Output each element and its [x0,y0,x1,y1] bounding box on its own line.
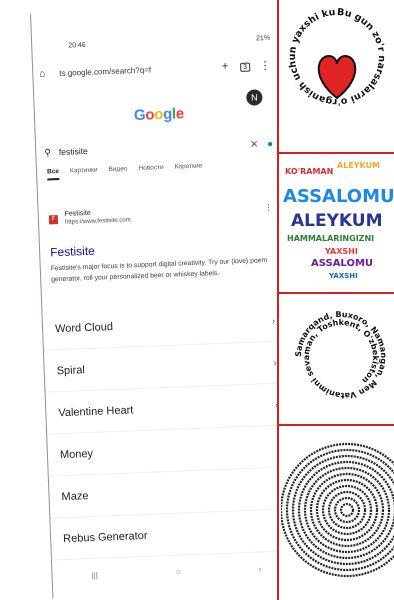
home-button-icon[interactable]: ○ [176,567,181,576]
dense-spiral-art [281,426,394,600]
tab-count-button[interactable]: 3 [235,59,255,72]
recent-apps-icon[interactable]: ||| [91,570,98,579]
result-title[interactable]: Festisite [50,244,95,260]
close-icon[interactable]: ✕ [246,139,262,151]
browser-toolbar: ⌂ ts.google.com/search?q=f + 3 ⋮ [39,55,276,84]
cloud-word: ALEYKUM [337,161,380,170]
address-bar[interactable]: ts.google.com/search?q=f [53,62,215,78]
sitelink-rebus-generator[interactable]: Rebus Generator› [50,509,300,561]
tab-count: 3 [240,62,251,72]
cloud-word: ALEYKUM [291,211,383,231]
back-icon[interactable]: ‹ [259,564,262,573]
android-nav-bar: ||| ○ ‹ [52,557,301,587]
red-divider [277,0,279,600]
tab-all[interactable]: Все [46,168,60,181]
search-box[interactable]: ⚲ festisite ✕ ● [44,135,279,162]
cloud-word: KO'RAMAN [285,167,333,176]
kebab-icon[interactable]: ⋮ [264,203,272,212]
tab-video[interactable]: Видео [108,165,127,178]
kebab-icon[interactable]: ⋮ [255,58,275,72]
heart-word-cloud: KO'RAMAN ALEYKUM ASSALOMU ALEYKUM HAMMAL… [281,154,394,292]
home-icon[interactable]: ⌂ [39,68,53,79]
chevron-right-icon: › [271,315,276,326]
cloud-word: YAXSHI [324,247,358,256]
result-snippet: Festisite's major focus is to support di… [50,257,268,283]
tab-shorts[interactable]: Короткие [175,163,203,176]
cloud-word: ASSALOMU [283,186,394,207]
status-bar: 20:46 21% [32,34,280,58]
plus-icon[interactable]: + [215,60,235,73]
circle-text-art: Bu gun zo'r narsalarni o'rganish uchun y… [281,0,394,150]
result-url[interactable]: https://www.festisite.com [65,217,131,226]
phone-screen: 20:46 21% ⌂ ts.google.com/search?q=f + 3… [30,4,302,599]
google-logo: Google [133,105,185,125]
heart-icon [317,54,357,100]
spiral-text-art: Samarqand, Buxoro, Namangan, Men Vatanim… [281,294,394,420]
status-time: 20:46 [68,41,86,50]
tab-images[interactable]: Картинки [70,167,98,180]
status-battery: 21% [255,34,271,43]
sitelinks-list: Word Cloud› Spiral› Valentine Heart› Mon… [42,299,300,561]
site-favicon: F [48,215,59,225]
search-result: F Festisite https://www.festisite.com ⋮ … [48,203,281,283]
search-tabs: Все Картинки Видео Новости Короткие [46,159,285,181]
tab-news[interactable]: Новости [138,164,164,177]
svg-text:Samarqand, Buxoro, Namangan, M: Samarqand, Buxoro, Namangan, Men Vatanim… [294,310,388,400]
cloud-word: YAXSHI [328,272,358,280]
search-input[interactable]: festisite [51,140,247,157]
word-art-panels: Bu gun zo'r narsalarni o'rganish uchun y… [277,0,394,600]
cloud-word: ASSALOMU [311,258,373,269]
microphone-icon[interactable]: ● [262,138,278,150]
cloud-word: HAMMALARINGIZNI [287,234,374,243]
result-site-name[interactable]: Festisite [65,210,91,218]
spiral-text: Samarqand, Buxoro, Namangan, Men Vatanim… [294,310,388,400]
